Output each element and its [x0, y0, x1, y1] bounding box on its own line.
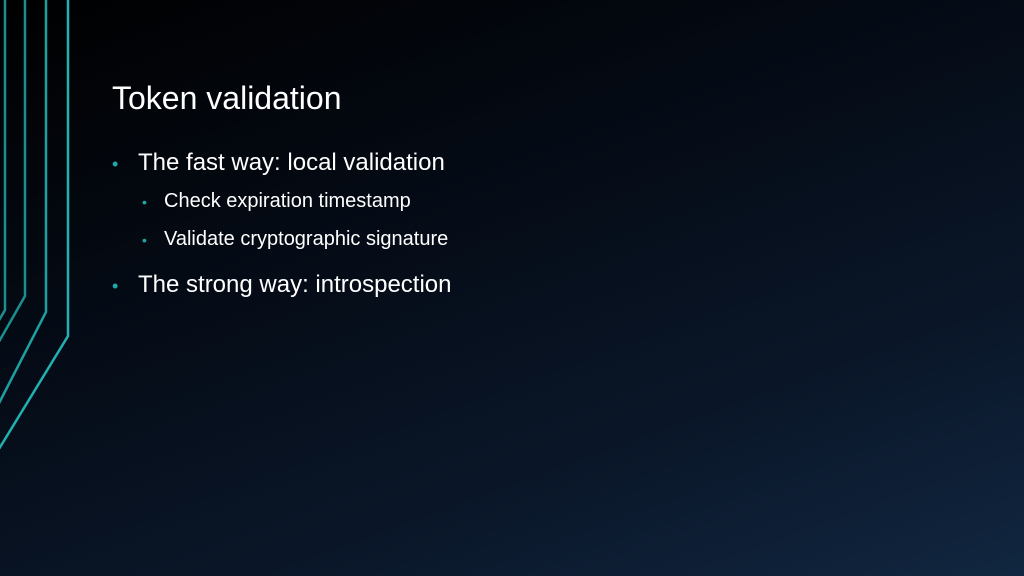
bullet-fast-way: • The fast way: local validation [112, 146, 972, 181]
sub-bullet-signature: • Validate cryptographic signature [142, 225, 972, 254]
bullet-marker: • [112, 154, 119, 174]
sub-bullet-marker: • [142, 194, 147, 210]
deco-line-3 [0, 0, 48, 404]
bullet-list: • The fast way: local validation • Check… [112, 146, 972, 303]
sub-bullet-text: Validate cryptographic signature [164, 228, 449, 250]
sub-bullet-expiration: • Check expiration timestamp [142, 187, 972, 216]
slide: Token validation • The fast way: local v… [0, 0, 1024, 576]
bullet-strong-way: • The strong way: introspection [112, 268, 972, 303]
deco-line-4 [0, 0, 70, 450]
decorative-lines [0, 0, 70, 450]
bullet-text: The strong way: introspection [138, 271, 452, 298]
bullet-marker: • [112, 276, 119, 296]
sub-bullet-marker: • [142, 232, 147, 248]
sub-bullet-text: Check expiration timestamp [164, 190, 411, 212]
slide-title: Token validation [112, 80, 342, 116]
deco-line-1 [0, 0, 7, 322]
bullet-text: The fast way: local validation [138, 149, 445, 176]
